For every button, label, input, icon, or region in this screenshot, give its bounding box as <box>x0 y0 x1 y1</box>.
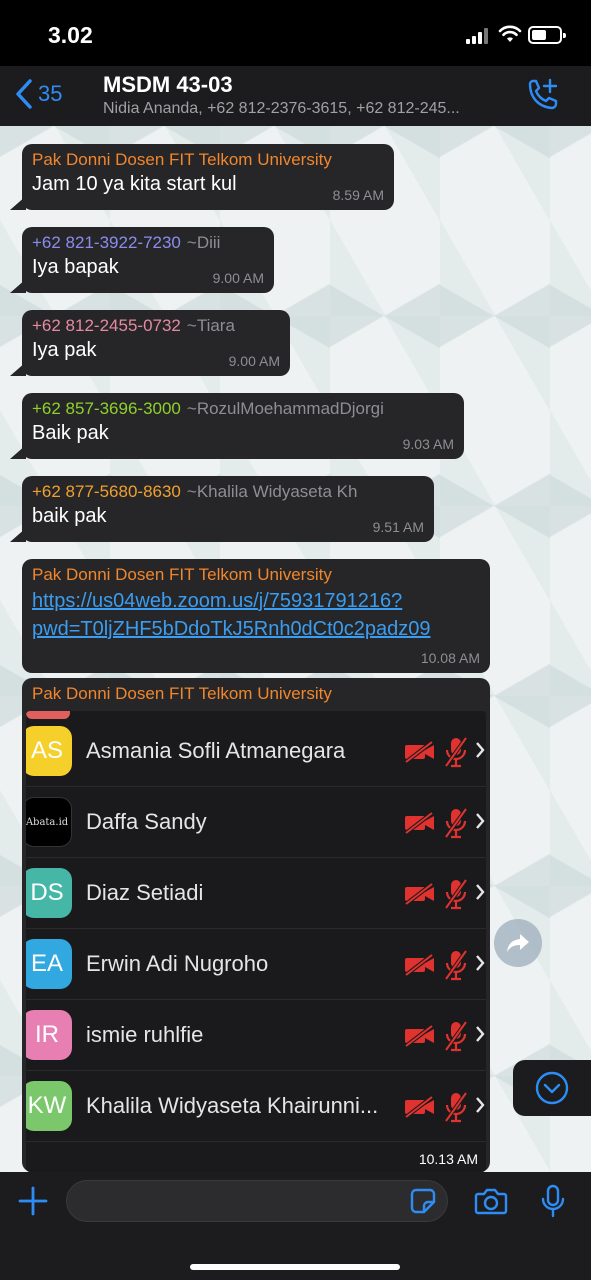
participant-name: Khalila Widyaseta Khairunni... <box>86 1093 379 1118</box>
participant-name: Asmania Sofli Atmanegara <box>86 738 346 763</box>
chevron-left-icon <box>16 79 32 109</box>
camera-icon[interactable] <box>474 1187 508 1215</box>
scroll-to-bottom-button[interactable] <box>513 1060 591 1116</box>
chevron-right-icon <box>476 813 485 829</box>
participant-row: Abata.id Daffa Sandy <box>26 787 486 858</box>
message-bubble[interactable]: Pak Donni Dosen FIT Telkom University Ja… <box>10 144 394 210</box>
link-message-bubble[interactable]: Pak Donni Dosen FIT Telkom University ht… <box>22 559 490 673</box>
chevron-right-icon <box>476 884 485 900</box>
chat-header: 35 MSDM 43-03 Nidia Ananda, +62 812-2376… <box>0 66 591 126</box>
sender-name: +62 821-3922-7230 ~Diii <box>32 233 221 252</box>
message-bubble[interactable]: +62 812-2455-0732 ~Tiara Iya pak 9.00 AM <box>10 310 290 376</box>
message-time: 10.13 AM <box>418 1151 478 1167</box>
message-time: 9.51 AM <box>372 519 424 535</box>
chevron-down-circle-icon <box>535 1071 569 1105</box>
message-input[interactable] <box>66 1180 448 1222</box>
video-off-icon <box>404 882 434 906</box>
avatar: Abata.id <box>26 797 72 847</box>
video-off-icon <box>404 740 434 764</box>
plus-icon[interactable] <box>18 1186 48 1216</box>
mic-off-icon <box>444 736 468 768</box>
chat-area[interactable]: Pak Donni Dosen FIT Telkom University Ja… <box>0 126 591 1172</box>
chat-members[interactable]: Nidia Ananda, +62 812-2376-3615, +62 812… <box>103 100 523 118</box>
sender-name: Pak Donni Dosen FIT Telkom University <box>32 150 332 169</box>
sender-name: Pak Donni Dosen FIT Telkom University <box>32 684 332 703</box>
message-time: 9.03 AM <box>402 436 454 452</box>
chevron-right-icon <box>476 955 485 971</box>
message-time: 9.00 AM <box>228 353 280 369</box>
message-time: 10.08 AM <box>420 650 480 666</box>
chat-title[interactable]: MSDM 43-03 <box>103 72 233 98</box>
mic-off-icon <box>444 878 468 910</box>
add-call-icon[interactable] <box>524 78 560 112</box>
chevron-right-icon <box>476 1026 485 1042</box>
participant-row: EA Erwin Adi Nugroho <box>26 929 486 1000</box>
message-text: Jam 10 ya kita start kul <box>32 173 237 195</box>
home-indicator <box>190 1264 400 1270</box>
signal-icon <box>466 28 490 44</box>
participant-row: IR ismie ruhlfie <box>26 1000 486 1071</box>
battery-icon <box>528 26 566 44</box>
message-bubble[interactable]: +62 877-5680-8630 ~Khalila Widyaseta Kh b… <box>10 476 434 542</box>
message-input-bar <box>0 1172 591 1280</box>
status-bar: 3.02 <box>0 0 591 66</box>
status-time: 3.02 <box>48 22 93 48</box>
participants-screenshot[interactable]: AS Asmania Sofli Atmanegara Abata.id Daf… <box>26 711 486 1172</box>
participant-row: KW Khalila Widyaseta Khairunni... <box>26 1071 486 1142</box>
participant-name: ismie ruhlfie <box>86 1022 204 1047</box>
message-text: Baik pak <box>32 422 109 444</box>
chevron-right-icon <box>476 1097 485 1113</box>
wifi-icon <box>498 25 522 42</box>
avatar: IR <box>26 1010 72 1060</box>
chevron-right-icon <box>476 742 485 758</box>
sender-name: +62 812-2455-0732 ~Tiara <box>32 316 235 335</box>
mic-off-icon <box>444 807 468 839</box>
participant-name: Daffa Sandy <box>86 809 207 834</box>
video-off-icon <box>404 811 434 835</box>
participant-name: Diaz Setiadi <box>86 880 204 905</box>
avatar: DS <box>26 868 72 918</box>
participant-row: AS Asmania Sofli Atmanegara <box>26 716 486 787</box>
message-time: 9.00 AM <box>212 270 264 286</box>
mic-off-icon <box>444 949 468 981</box>
zoom-link[interactable]: https://us04web.zoom.us/j/75931791216? p… <box>32 587 480 643</box>
sender-name: +62 857-3696-3000 ~RozulMoehammadDjorgi <box>32 399 384 418</box>
sender-name: Pak Donni Dosen FIT Telkom University <box>32 565 332 584</box>
avatar: AS <box>26 726 72 776</box>
message-text: baik pak <box>32 505 107 527</box>
message-bubble[interactable]: +62 821-3922-7230 ~Diii Iya bapak 9.00 AM <box>10 227 274 293</box>
sticker-icon[interactable] <box>410 1188 436 1214</box>
image-message-bubble[interactable]: Pak Donni Dosen FIT Telkom University AS… <box>22 678 490 1172</box>
video-off-icon <box>404 1095 434 1119</box>
sender-name: +62 877-5680-8630 ~Khalila Widyaseta Kh <box>32 482 358 501</box>
back-button[interactable]: 35 <box>14 78 62 110</box>
participant-name: Erwin Adi Nugroho <box>86 951 269 976</box>
message-time: 8.59 AM <box>332 187 384 203</box>
message-bubble[interactable]: +62 857-3696-3000 ~RozulMoehammadDjorgi B… <box>10 393 464 459</box>
forward-icon <box>507 934 529 952</box>
avatar: EA <box>26 939 72 989</box>
microphone-icon[interactable] <box>540 1184 566 1218</box>
video-off-icon <box>404 1024 434 1048</box>
video-off-icon <box>404 953 434 977</box>
forward-button[interactable] <box>494 919 542 967</box>
mic-off-icon <box>444 1091 468 1123</box>
mic-off-icon <box>444 1020 468 1052</box>
unread-count: 35 <box>38 81 63 106</box>
avatar: KW <box>26 1081 72 1131</box>
participant-row: DS Diaz Setiadi <box>26 858 486 929</box>
